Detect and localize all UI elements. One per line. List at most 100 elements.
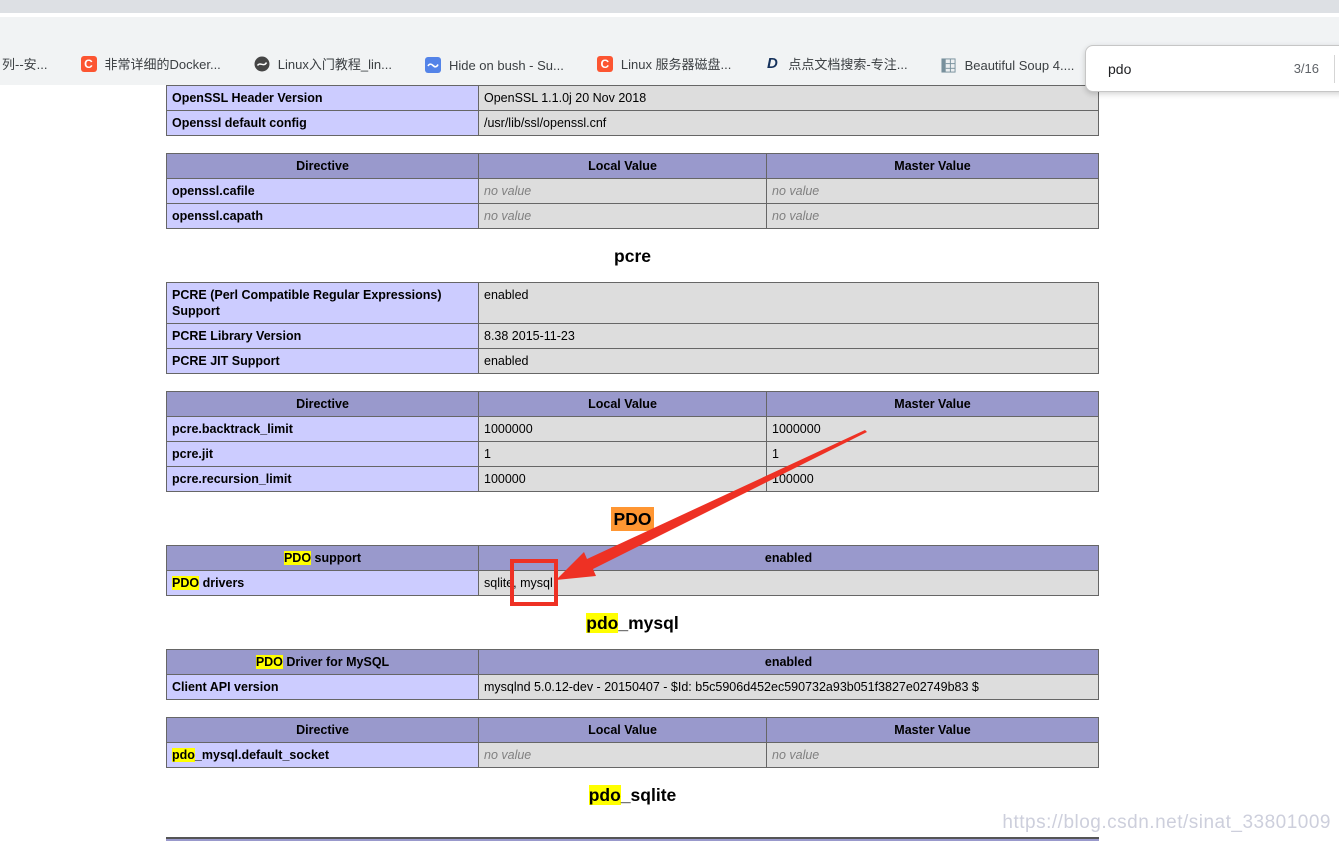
docs-icon [941, 57, 957, 73]
table-row: Client API version mysqlnd 5.0.12-dev - 2… [167, 675, 1099, 700]
no-value-text: no value [772, 184, 819, 198]
header-cell: PDO Driver for MySQL [167, 650, 479, 675]
value-cell: 1 [767, 442, 1099, 467]
text-segment: Directive [296, 159, 349, 173]
value-cell: 1000000 [767, 417, 1099, 442]
table-row: Directive Local Value Master Value [167, 392, 1099, 417]
value-cell: no value [479, 743, 767, 768]
text-segment: Openssl default config [172, 116, 307, 130]
bookmark-item[interactable]: Beautiful Soup 4.... [941, 57, 1075, 73]
text-segment: Master Value [894, 723, 970, 737]
text-segment: _mysql.default_socket [195, 748, 329, 762]
table-row: OpenSSL Header Version OpenSSL 1.1.0j 20 … [167, 86, 1099, 111]
no-value-text: no value [484, 209, 531, 223]
text-segment: Directive [296, 723, 349, 737]
text-segment: 1 [484, 447, 491, 461]
bookmark-item[interactable]: C 非常详细的Docker... [81, 54, 221, 73]
value-cell: 8.38 2015-11-23 [479, 324, 1099, 349]
text-segment: 1000000 [772, 422, 821, 436]
text-segment: 100000 [772, 472, 814, 486]
text-segment: Local Value [588, 159, 657, 173]
bookmark-item[interactable]: Linux入门教程_lin... [254, 54, 392, 73]
header-cell: Local Value [479, 154, 767, 179]
bookmark-item[interactable]: Hide on bush - Su... [425, 57, 564, 73]
value-cell: 1000000 [479, 417, 767, 442]
section-heading: pdo_mysql [166, 613, 1099, 634]
phpinfo-table: PDO support enabled PDO driverssqlite, mys… [166, 545, 1099, 596]
phpinfo-table: DirectiveLocal ValueMaster Valueopenssl.… [166, 153, 1099, 229]
text-segment: enabled [484, 354, 529, 368]
find-bar: pdo 3/16 [1085, 45, 1339, 92]
text-segment: enabled [765, 551, 812, 565]
text-segment: enabled [484, 288, 529, 302]
find-match-highlight: PDO [256, 655, 283, 669]
table-row: pcre.jit11 [167, 442, 1099, 467]
watermark: https://blog.csdn.net/sinat_33801009 [1002, 812, 1331, 834]
no-value-text: no value [484, 184, 531, 198]
bookmark-item[interactable]: CLinux 服务器磁盘... [597, 54, 732, 73]
header-cell: Master Value [767, 154, 1099, 179]
find-input[interactable]: pdo [1108, 61, 1294, 77]
value-cell: no value [767, 204, 1099, 229]
text-segment: 1 [772, 447, 779, 461]
annotation-red-box [510, 559, 558, 606]
find-match-highlight: pdo [589, 785, 621, 805]
phpinfo-table: PDO Driver for MySQLenabledClient API ve… [166, 649, 1099, 700]
table-row: PDO Driver for MySQLenabled [167, 650, 1099, 675]
label-cell: openssl.cafile [167, 179, 479, 204]
value-cell: no value [479, 179, 767, 204]
find-match-highlight: pdo [172, 748, 195, 762]
text-segment: OpenSSL 1.1.0j 20 Nov 2018 [484, 91, 646, 105]
table-row: PDO driverssqlite, mysql [167, 571, 1099, 596]
phpinfo-table: DirectiveLocal ValueMaster Valuepcre.bac… [166, 391, 1099, 492]
value-cell: OpenSSL 1.1.0j 20 Nov 2018 [479, 86, 1099, 111]
value-cell: 100000 [479, 467, 767, 492]
csdn-icon: C [597, 56, 613, 72]
value-cell: no value [767, 743, 1099, 768]
section-heading: PDO [166, 509, 1099, 530]
value-cell: no value [767, 179, 1099, 204]
label-cell: OpenSSL Header Version [167, 86, 479, 111]
value-cell: 1 [479, 442, 767, 467]
text-segment: Driver for MySQL [283, 655, 389, 669]
label-cell: openssl.capath [167, 204, 479, 229]
header-cell: PDO support [167, 546, 479, 571]
header-cell: Local Value [479, 718, 767, 743]
no-value-text: no value [772, 748, 819, 762]
label-cell: PCRE Library Version [167, 324, 479, 349]
window-titlebar [0, 0, 1339, 13]
csdn-icon: C [81, 56, 97, 72]
find-match-highlight: pdo [586, 613, 618, 633]
table-row: pdo_mysql.default_socket no value no value [167, 743, 1099, 768]
text-segment: /usr/lib/ssl/openssl.cnf [484, 116, 606, 130]
bookmark-item[interactable]: 列--安... [2, 54, 48, 73]
table-row: openssl.cafile no value no value [167, 179, 1099, 204]
bookmark-label: 非常详细的Docker... [105, 54, 221, 73]
text-segment: _sqlite [621, 785, 676, 805]
find-match-highlight: PDO [172, 576, 199, 590]
text-segment: 8.38 2015-11-23 [484, 329, 575, 343]
text-segment: Directive [296, 397, 349, 411]
table-row: PCRE (Perl Compatible Regular Expression… [167, 283, 1099, 324]
value-cell: no value [479, 204, 767, 229]
bookmark-label: Linux入门教程_lin... [278, 54, 392, 73]
no-value-text: no value [772, 209, 819, 223]
header-cell: Master Value [767, 392, 1099, 417]
find-match-active-highlight: PDO [611, 507, 655, 531]
text-segment: Local Value [588, 397, 657, 411]
find-match-highlight: PDO [284, 551, 311, 565]
table-row: Openssl default config/usr/lib/ssl/opens… [167, 111, 1099, 136]
label-cell: Client API version [167, 675, 479, 700]
text-segment: 100000 [484, 472, 526, 486]
phpinfo-table: Directive Local Value Master Value pdo_mysq… [166, 717, 1099, 768]
text-segment: mysqlnd 5.0.12-dev - 20150407 - $Id: b5c… [484, 680, 979, 694]
table-row: Directive Local Value Master Value [167, 718, 1099, 743]
label-cell: PCRE (Perl Compatible Regular Expression… [167, 283, 479, 324]
header-cell: Directive [167, 392, 479, 417]
bookmark-label: Beautiful Soup 4.... [965, 58, 1075, 73]
globe-icon [254, 56, 270, 72]
text-segment: OpenSSL Header Version [172, 91, 323, 105]
header-cell: Master Value [767, 718, 1099, 743]
bookmark-label: 点点文档搜索-专注... [788, 54, 907, 73]
bookmark-item[interactable]: D点点文档搜索-专注... [764, 54, 907, 73]
